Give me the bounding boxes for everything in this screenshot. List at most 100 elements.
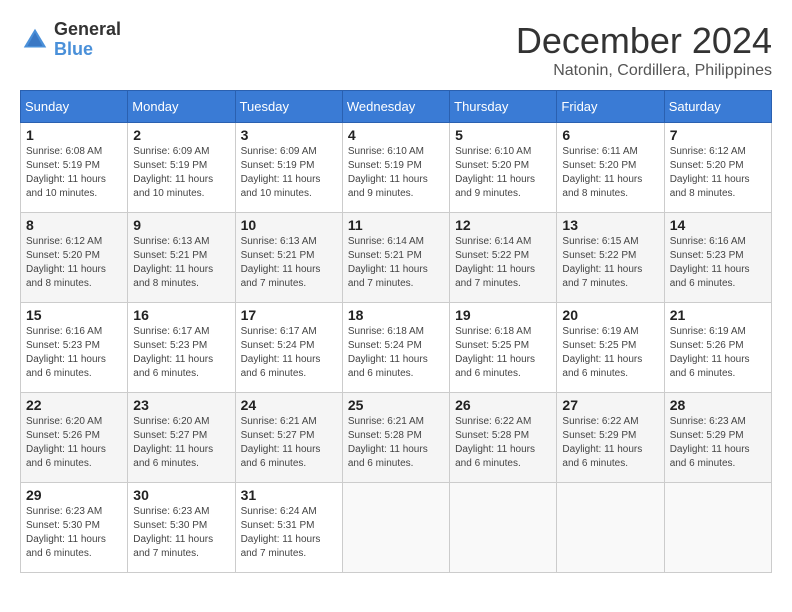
daylight-label: Daylight: 11 hours and 6 minutes. bbox=[670, 354, 750, 379]
day-info: Sunrise: 6:23 AM Sunset: 5:30 PM Dayligh… bbox=[133, 505, 229, 561]
sunset-label: Sunset: 5:27 PM bbox=[133, 430, 207, 441]
day-info: Sunrise: 6:13 AM Sunset: 5:21 PM Dayligh… bbox=[241, 235, 337, 291]
daylight-label: Daylight: 11 hours and 9 minutes. bbox=[348, 174, 428, 199]
day-cell-21: 21 Sunrise: 6:19 AM Sunset: 5:26 PM Dayl… bbox=[664, 303, 771, 393]
sunset-label: Sunset: 5:28 PM bbox=[455, 430, 529, 441]
daylight-label: Daylight: 11 hours and 7 minutes. bbox=[133, 534, 213, 559]
sunset-label: Sunset: 5:19 PM bbox=[133, 160, 207, 171]
sunset-label: Sunset: 5:26 PM bbox=[26, 430, 100, 441]
day-number: 3 bbox=[241, 127, 337, 143]
logo: General Blue bbox=[20, 20, 121, 60]
day-number: 7 bbox=[670, 127, 766, 143]
sunset-label: Sunset: 5:24 PM bbox=[348, 340, 422, 351]
header-thursday: Thursday bbox=[450, 91, 557, 123]
daylight-label: Daylight: 11 hours and 6 minutes. bbox=[241, 354, 321, 379]
empty-cell bbox=[557, 483, 664, 573]
day-cell-19: 19 Sunrise: 6:18 AM Sunset: 5:25 PM Dayl… bbox=[450, 303, 557, 393]
day-number: 8 bbox=[26, 217, 122, 233]
day-cell-29: 29 Sunrise: 6:23 AM Sunset: 5:30 PM Dayl… bbox=[21, 483, 128, 573]
sunrise-label: Sunrise: 6:23 AM bbox=[133, 506, 209, 517]
day-cell-13: 13 Sunrise: 6:15 AM Sunset: 5:22 PM Dayl… bbox=[557, 213, 664, 303]
day-number: 1 bbox=[26, 127, 122, 143]
day-cell-15: 15 Sunrise: 6:16 AM Sunset: 5:23 PM Dayl… bbox=[21, 303, 128, 393]
day-cell-30: 30 Sunrise: 6:23 AM Sunset: 5:30 PM Dayl… bbox=[128, 483, 235, 573]
day-cell-1: 1 Sunrise: 6:08 AM Sunset: 5:19 PM Dayli… bbox=[21, 123, 128, 213]
day-number: 20 bbox=[562, 307, 658, 323]
daylight-label: Daylight: 11 hours and 10 minutes. bbox=[26, 174, 106, 199]
day-number: 15 bbox=[26, 307, 122, 323]
daylight-label: Daylight: 11 hours and 6 minutes. bbox=[670, 444, 750, 469]
day-info: Sunrise: 6:22 AM Sunset: 5:29 PM Dayligh… bbox=[562, 415, 658, 471]
sunrise-label: Sunrise: 6:13 AM bbox=[241, 236, 317, 247]
daylight-label: Daylight: 11 hours and 6 minutes. bbox=[455, 354, 535, 379]
sunrise-label: Sunrise: 6:24 AM bbox=[241, 506, 317, 517]
sunrise-label: Sunrise: 6:16 AM bbox=[670, 236, 746, 247]
sunset-label: Sunset: 5:25 PM bbox=[562, 340, 636, 351]
day-cell-7: 7 Sunrise: 6:12 AM Sunset: 5:20 PM Dayli… bbox=[664, 123, 771, 213]
sunset-label: Sunset: 5:24 PM bbox=[241, 340, 315, 351]
day-info: Sunrise: 6:16 AM Sunset: 5:23 PM Dayligh… bbox=[670, 235, 766, 291]
day-info: Sunrise: 6:12 AM Sunset: 5:20 PM Dayligh… bbox=[26, 235, 122, 291]
week-row-5: 29 Sunrise: 6:23 AM Sunset: 5:30 PM Dayl… bbox=[21, 483, 772, 573]
day-info: Sunrise: 6:18 AM Sunset: 5:24 PM Dayligh… bbox=[348, 325, 444, 381]
day-cell-4: 4 Sunrise: 6:10 AM Sunset: 5:19 PM Dayli… bbox=[342, 123, 449, 213]
day-number: 14 bbox=[670, 217, 766, 233]
day-number: 10 bbox=[241, 217, 337, 233]
day-number: 9 bbox=[133, 217, 229, 233]
day-number: 25 bbox=[348, 397, 444, 413]
day-cell-20: 20 Sunrise: 6:19 AM Sunset: 5:25 PM Dayl… bbox=[557, 303, 664, 393]
sunrise-label: Sunrise: 6:19 AM bbox=[670, 326, 746, 337]
sunset-label: Sunset: 5:26 PM bbox=[670, 340, 744, 351]
day-number: 22 bbox=[26, 397, 122, 413]
sunrise-label: Sunrise: 6:09 AM bbox=[241, 146, 317, 157]
day-info: Sunrise: 6:23 AM Sunset: 5:29 PM Dayligh… bbox=[670, 415, 766, 471]
logo-text: General Blue bbox=[54, 20, 121, 60]
sunrise-label: Sunrise: 6:22 AM bbox=[455, 416, 531, 427]
day-cell-8: 8 Sunrise: 6:12 AM Sunset: 5:20 PM Dayli… bbox=[21, 213, 128, 303]
day-number: 2 bbox=[133, 127, 229, 143]
empty-cell bbox=[342, 483, 449, 573]
daylight-label: Daylight: 11 hours and 6 minutes. bbox=[562, 444, 642, 469]
header-friday: Friday bbox=[557, 91, 664, 123]
weekday-header-row: Sunday Monday Tuesday Wednesday Thursday… bbox=[21, 91, 772, 123]
day-cell-9: 9 Sunrise: 6:13 AM Sunset: 5:21 PM Dayli… bbox=[128, 213, 235, 303]
day-info: Sunrise: 6:20 AM Sunset: 5:26 PM Dayligh… bbox=[26, 415, 122, 471]
logo-general: General bbox=[54, 20, 121, 40]
day-number: 11 bbox=[348, 217, 444, 233]
sunrise-label: Sunrise: 6:20 AM bbox=[133, 416, 209, 427]
day-number: 17 bbox=[241, 307, 337, 323]
sunset-label: Sunset: 5:27 PM bbox=[241, 430, 315, 441]
day-info: Sunrise: 6:17 AM Sunset: 5:23 PM Dayligh… bbox=[133, 325, 229, 381]
daylight-label: Daylight: 11 hours and 6 minutes. bbox=[562, 354, 642, 379]
daylight-label: Daylight: 11 hours and 6 minutes. bbox=[26, 534, 106, 559]
sunrise-label: Sunrise: 6:12 AM bbox=[670, 146, 746, 157]
day-cell-25: 25 Sunrise: 6:21 AM Sunset: 5:28 PM Dayl… bbox=[342, 393, 449, 483]
day-info: Sunrise: 6:16 AM Sunset: 5:23 PM Dayligh… bbox=[26, 325, 122, 381]
daylight-label: Daylight: 11 hours and 7 minutes. bbox=[241, 534, 321, 559]
month-title: December 2024 bbox=[516, 20, 772, 62]
day-number: 24 bbox=[241, 397, 337, 413]
daylight-label: Daylight: 11 hours and 6 minutes. bbox=[133, 354, 213, 379]
day-info: Sunrise: 6:12 AM Sunset: 5:20 PM Dayligh… bbox=[670, 145, 766, 201]
sunrise-label: Sunrise: 6:15 AM bbox=[562, 236, 638, 247]
day-info: Sunrise: 6:09 AM Sunset: 5:19 PM Dayligh… bbox=[133, 145, 229, 201]
day-number: 16 bbox=[133, 307, 229, 323]
sunset-label: Sunset: 5:28 PM bbox=[348, 430, 422, 441]
daylight-label: Daylight: 11 hours and 9 minutes. bbox=[455, 174, 535, 199]
week-row-3: 15 Sunrise: 6:16 AM Sunset: 5:23 PM Dayl… bbox=[21, 303, 772, 393]
daylight-label: Daylight: 11 hours and 7 minutes. bbox=[562, 264, 642, 289]
sunset-label: Sunset: 5:31 PM bbox=[241, 520, 315, 531]
sunset-label: Sunset: 5:19 PM bbox=[348, 160, 422, 171]
empty-cell bbox=[664, 483, 771, 573]
sunrise-label: Sunrise: 6:23 AM bbox=[670, 416, 746, 427]
daylight-label: Daylight: 11 hours and 8 minutes. bbox=[26, 264, 106, 289]
sunrise-label: Sunrise: 6:18 AM bbox=[348, 326, 424, 337]
day-info: Sunrise: 6:15 AM Sunset: 5:22 PM Dayligh… bbox=[562, 235, 658, 291]
header-monday: Monday bbox=[128, 91, 235, 123]
day-info: Sunrise: 6:18 AM Sunset: 5:25 PM Dayligh… bbox=[455, 325, 551, 381]
sunset-label: Sunset: 5:21 PM bbox=[133, 250, 207, 261]
logo-icon bbox=[20, 25, 50, 55]
sunrise-label: Sunrise: 6:14 AM bbox=[348, 236, 424, 247]
day-number: 23 bbox=[133, 397, 229, 413]
daylight-label: Daylight: 11 hours and 6 minutes. bbox=[455, 444, 535, 469]
